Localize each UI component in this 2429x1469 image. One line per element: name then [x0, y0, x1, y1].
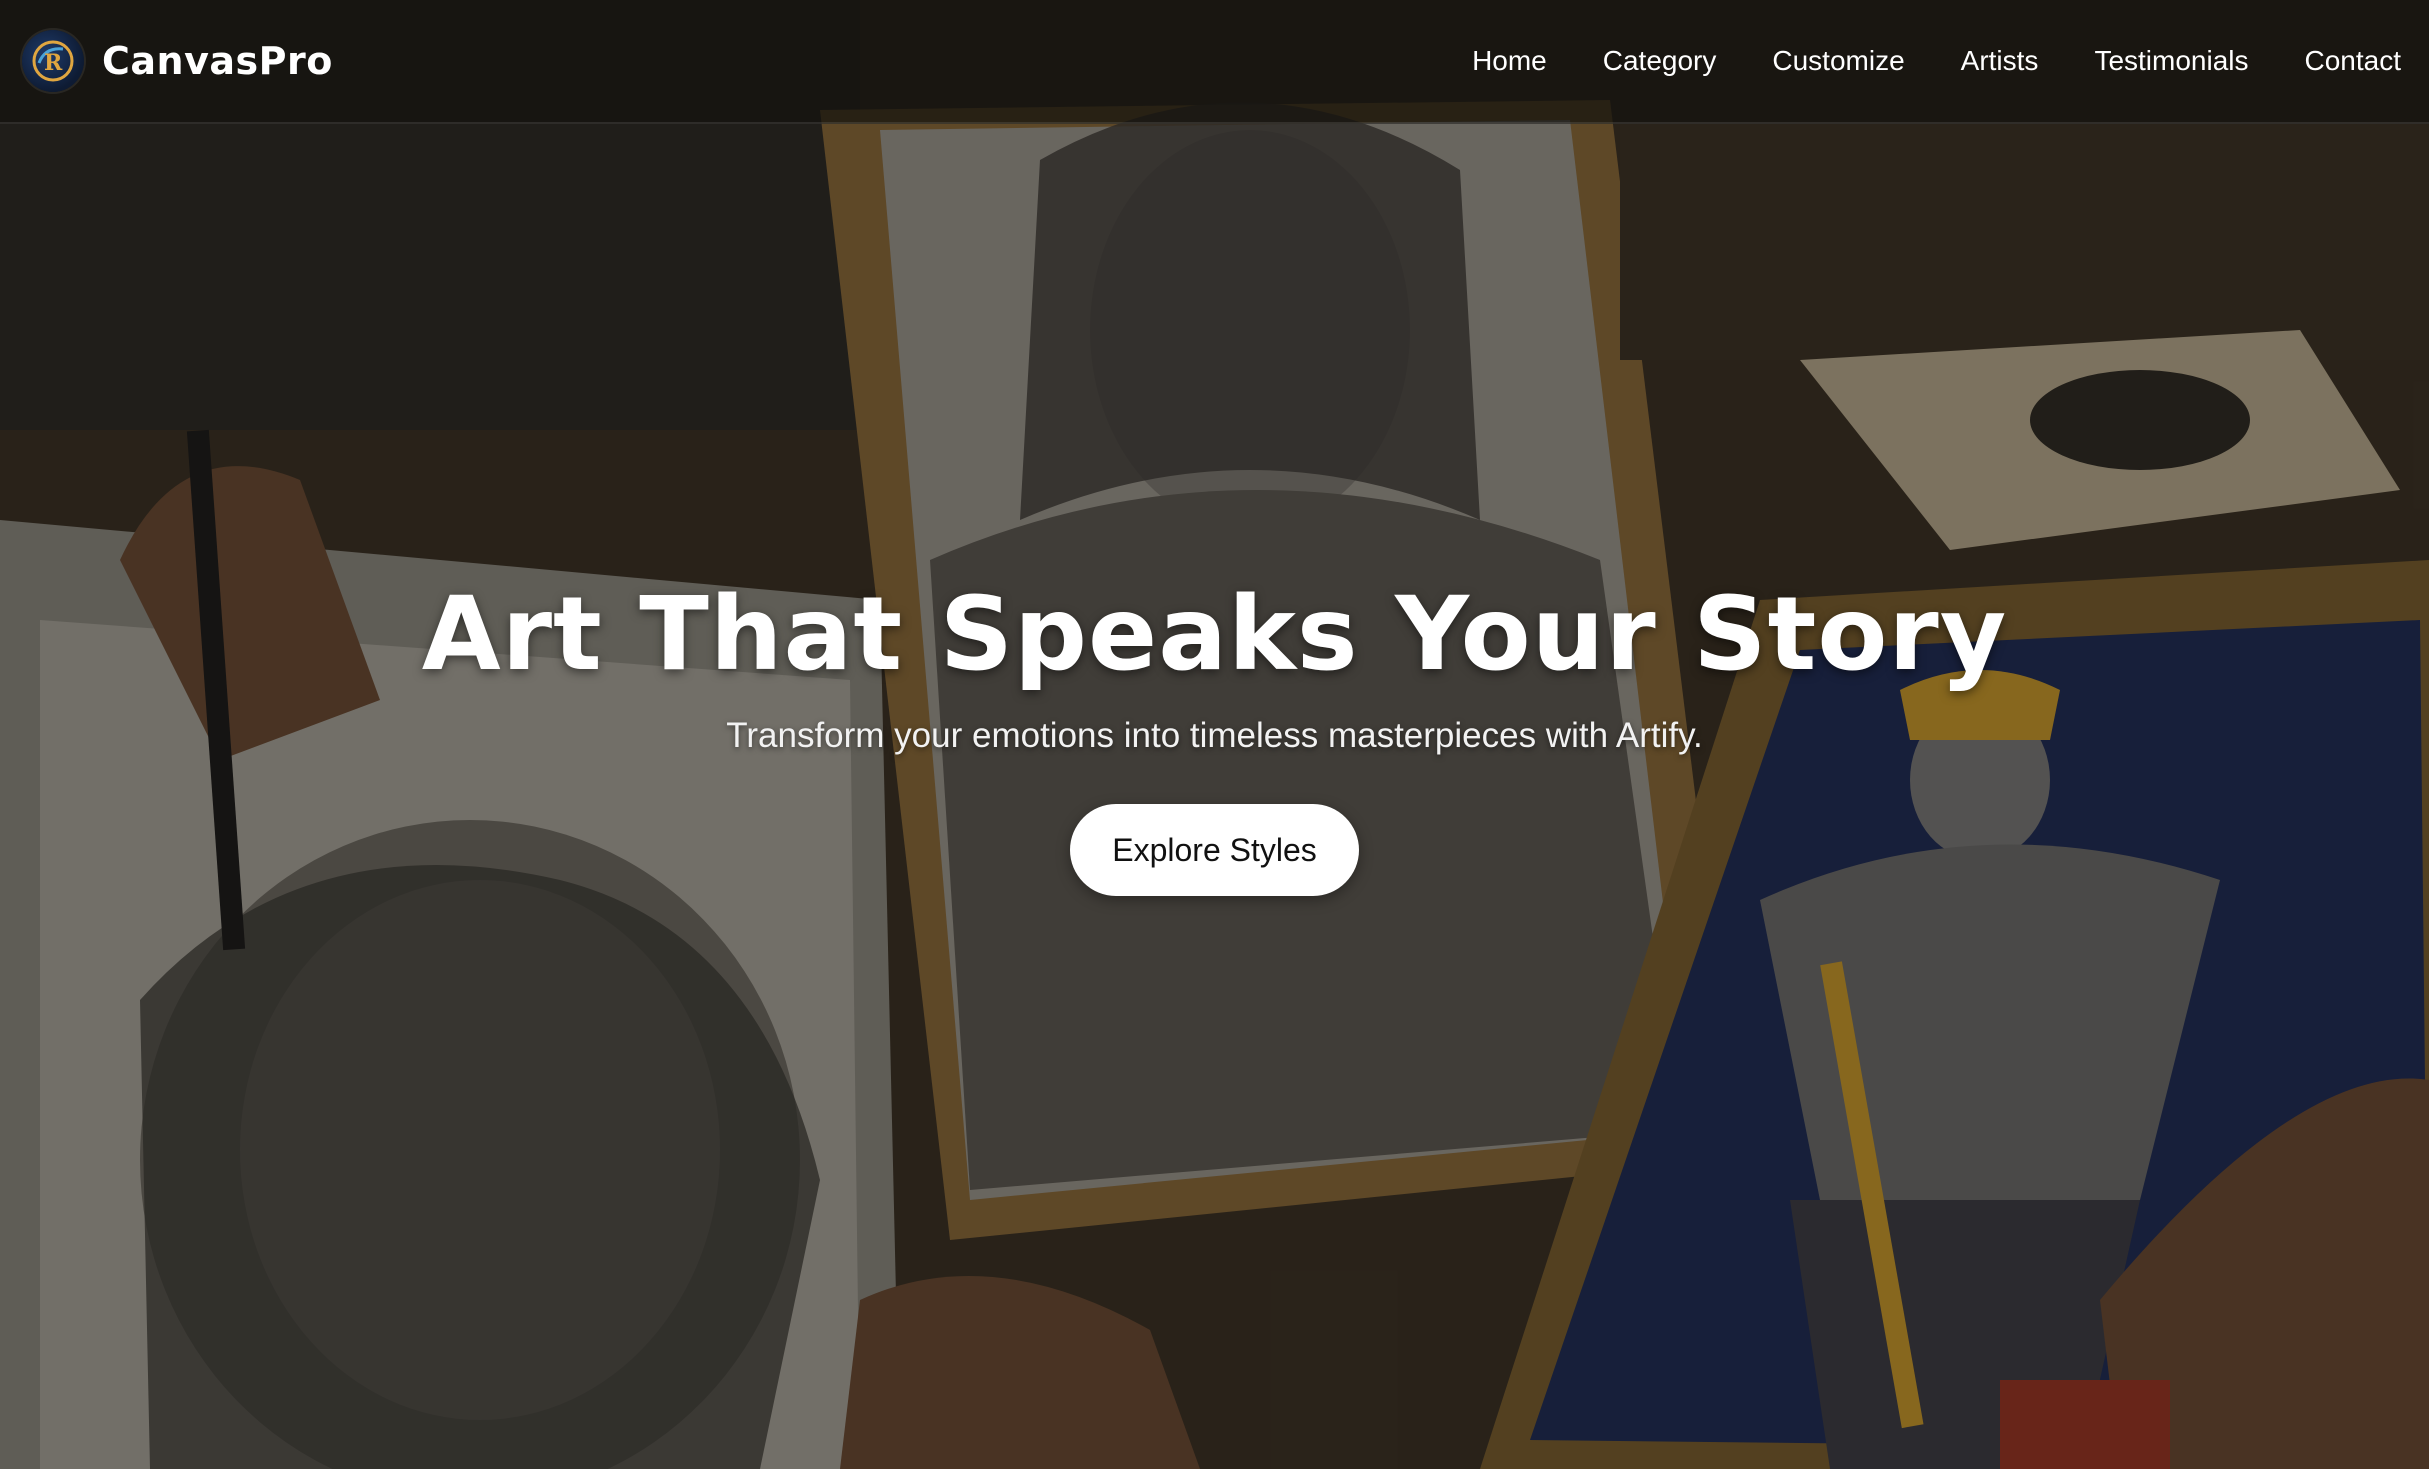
nav-link-category[interactable]: Category — [1575, 0, 1745, 123]
nav-links: Home Category Customize Artists Testimon… — [1444, 0, 2407, 122]
nav-link-artists[interactable]: Artists — [1933, 0, 2067, 123]
brand-name: CanvasPro — [102, 39, 333, 83]
explore-styles-button[interactable]: Explore Styles — [1070, 804, 1359, 896]
nav-link-customize[interactable]: Customize — [1744, 0, 1932, 123]
rc-monogram-logo-icon: R — [22, 30, 84, 92]
hero-section: Art That Speaks Your Story Transform you… — [0, 570, 2429, 896]
svg-text:R: R — [44, 50, 63, 76]
hero-title: Art That Speaks Your Story — [421, 575, 2008, 694]
brand-home-link[interactable]: R CanvasPro — [22, 30, 333, 92]
nav-link-testimonials[interactable]: Testimonials — [2066, 0, 2276, 123]
hero-subtitle: Transform your emotions into timeless ma… — [726, 716, 1703, 755]
landing-page: R CanvasPro Home Category Customize Arti… — [0, 0, 2429, 1469]
top-navbar: R CanvasPro Home Category Customize Arti… — [0, 0, 2429, 124]
nav-link-contact[interactable]: Contact — [2277, 0, 2408, 123]
nav-link-home[interactable]: Home — [1444, 0, 1575, 123]
